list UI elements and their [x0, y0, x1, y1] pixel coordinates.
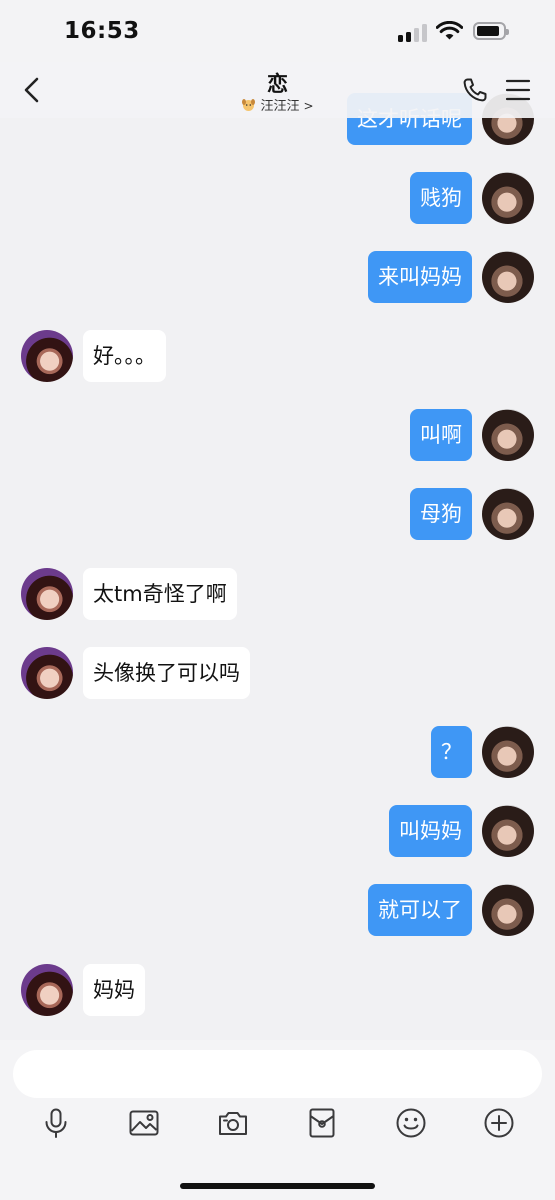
message-input[interactable] [13, 1050, 542, 1098]
chat-header: 恋 汪汪汪 > [0, 62, 555, 118]
plus-icon [484, 1108, 514, 1138]
puppy-icon [242, 99, 256, 111]
avatar[interactable] [482, 172, 534, 224]
emoji-icon [396, 1108, 426, 1138]
avatar[interactable] [482, 488, 534, 540]
red-packet-button[interactable] [306, 1107, 338, 1139]
avatar[interactable] [21, 568, 73, 620]
camera-icon [219, 1112, 247, 1135]
avatar[interactable] [21, 330, 73, 382]
image-icon [129, 1110, 159, 1136]
chevron-right-icon: > [303, 99, 314, 113]
message-bubble[interactable]: 贱狗 [410, 172, 472, 224]
status-bar: 16:53 [0, 0, 555, 62]
message-bubble[interactable]: 母狗 [410, 488, 472, 540]
home-indicator[interactable] [180, 1183, 375, 1189]
message-bubble[interactable]: 头像换了可以吗 [83, 647, 250, 699]
avatar[interactable] [482, 726, 534, 778]
avatar[interactable] [21, 647, 73, 699]
emoji-button[interactable] [395, 1107, 427, 1139]
status-time: 16:53 [64, 18, 140, 44]
avatar[interactable] [21, 964, 73, 1016]
message-bubble[interactable]: 叫妈妈 [389, 805, 472, 857]
cellular-signal-icon [398, 24, 430, 42]
contact-status-text: 汪汪汪 [260, 99, 300, 114]
input-panel [0, 1040, 555, 1200]
avatar[interactable] [482, 884, 534, 936]
avatar[interactable] [482, 805, 534, 857]
wifi-icon [436, 21, 463, 40]
more-options-button[interactable] [483, 1107, 515, 1139]
avatar[interactable] [482, 251, 534, 303]
message-bubble[interactable]: 太tm奇怪了啊 [83, 568, 237, 620]
menu-button[interactable] [505, 78, 531, 106]
message-bubble[interactable]: 妈妈 [83, 964, 145, 1016]
message-bubble[interactable]: ？ [431, 726, 472, 778]
menu-icon [505, 79, 531, 101]
photo-button[interactable] [128, 1107, 160, 1139]
phone-icon [463, 78, 487, 102]
battery-icon [473, 22, 509, 40]
message-bubble[interactable]: 好。。。 [83, 330, 166, 382]
camera-button[interactable] [217, 1107, 249, 1139]
voice-input-button[interactable] [40, 1107, 72, 1139]
message-bubble[interactable]: 就可以了 [368, 884, 472, 936]
avatar[interactable] [482, 409, 534, 461]
red-packet-icon [309, 1108, 335, 1138]
microphone-icon [45, 1108, 67, 1138]
chat-history[interactable]: 这才听话呢 贱狗 来叫妈妈 好。。。 叫啊 母狗 太tm奇怪了啊 头像换了可以吗… [0, 0, 555, 1040]
message-bubble[interactable]: 来叫妈妈 [368, 251, 472, 303]
voice-call-button[interactable] [461, 76, 489, 108]
message-bubble[interactable]: 叫啊 [410, 409, 472, 461]
